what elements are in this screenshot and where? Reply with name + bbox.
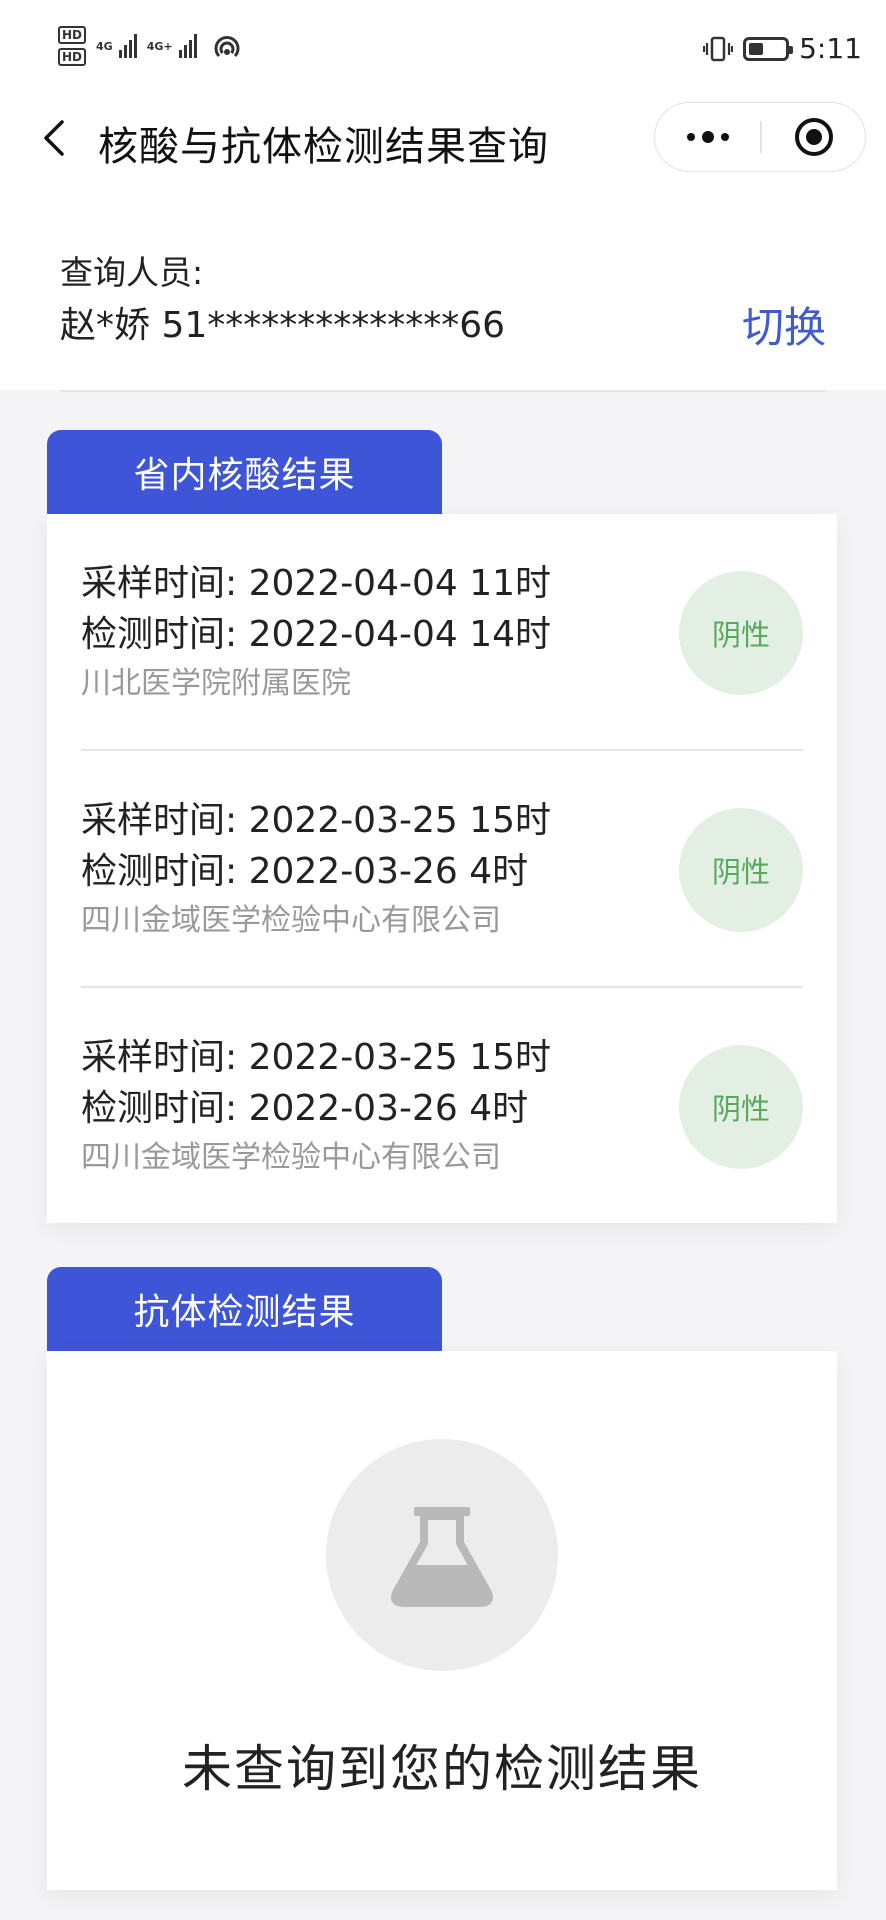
test-time: 检测时间: 2022-04-04 14时 (81, 614, 552, 655)
battery-icon (743, 36, 794, 61)
target-circle-icon (795, 117, 833, 156)
sample-time: 采样时间: 2022-03-25 15时 (81, 1037, 552, 1078)
hd-badge-1: HD (58, 26, 87, 44)
empty-state-text: 未查询到您的检测结果 (182, 1740, 702, 1798)
capsule-divider (760, 121, 762, 153)
status-bar: HD HD 4G 4G+ 5:11 (0, 0, 886, 100)
mini-program-capsule (654, 102, 866, 172)
close-button[interactable] (763, 103, 865, 170)
result-record[interactable]: 采样时间: 2022-03-25 15时 检测时间: 2022-03-26 4时… (81, 988, 803, 1225)
sample-time: 采样时间: 2022-03-25 15时 (81, 800, 552, 841)
flask-icon (391, 1507, 493, 1607)
antibody-results-card: 未查询到您的检测结果 (47, 1351, 837, 1890)
status-left: HD HD 4G 4G+ (58, 26, 243, 66)
header-divider (60, 390, 826, 392)
testing-organization: 四川金域医学检验中心有限公司 (81, 903, 501, 938)
result-record[interactable]: 采样时间: 2022-03-25 15时 检测时间: 2022-03-26 4时… (81, 751, 803, 988)
sample-time: 采样时间: 2022-04-04 11时 (81, 563, 552, 604)
chevron-left-icon (44, 120, 64, 156)
testing-organization: 四川金域医学检验中心有限公司 (81, 1140, 501, 1175)
tab-antibody-results[interactable]: 抗体检测结果 (47, 1267, 442, 1351)
test-time: 检测时间: 2022-03-26 4时 (81, 851, 529, 892)
network-type-2: 4G+ (146, 39, 173, 53)
more-dot-right (720, 132, 729, 141)
switch-person-link[interactable]: 切换 (742, 294, 826, 355)
test-time: 检测时间: 2022-03-26 4时 (81, 1088, 529, 1129)
record-divider (81, 1223, 803, 1225)
more-dots-icon (686, 132, 695, 141)
testing-organization: 川北医学院附属医院 (81, 666, 351, 701)
signal-bars-1-icon (118, 34, 137, 58)
hotspot-icon (214, 36, 240, 58)
result-badge: 阴性 (679, 571, 803, 695)
result-badge: 阴性 (679, 1045, 803, 1169)
more-button[interactable] (655, 103, 760, 170)
person-label: 查询人员: (60, 253, 204, 292)
nucleic-results-card: 采样时间: 2022-04-04 11时 检测时间: 2022-04-04 14… (47, 514, 837, 1225)
tab-nucleic-results[interactable]: 省内核酸结果 (47, 430, 442, 514)
result-badge: 阴性 (679, 808, 803, 932)
status-right: 5:11 (703, 32, 862, 65)
empty-state-illustration (326, 1439, 558, 1671)
vibrate-icon (703, 36, 734, 61)
result-record[interactable]: 采样时间: 2022-04-04 11时 检测时间: 2022-04-04 14… (81, 514, 803, 751)
hd-badge-2: HD (58, 48, 87, 66)
back-button[interactable] (28, 112, 80, 164)
signal-bars-2-icon (178, 34, 197, 58)
network-type-1: 4G (96, 39, 113, 53)
nav-bar: 核酸与抗体检测结果查询 (0, 100, 886, 176)
clock: 5:11 (799, 32, 862, 65)
page-title: 核酸与抗体检测结果查询 (98, 124, 549, 170)
more-dot-center (701, 130, 714, 143)
battery-fill (749, 42, 763, 55)
person-value: 赵*娇 51**************66 (60, 305, 506, 346)
hd-indicators: HD HD (58, 26, 87, 66)
